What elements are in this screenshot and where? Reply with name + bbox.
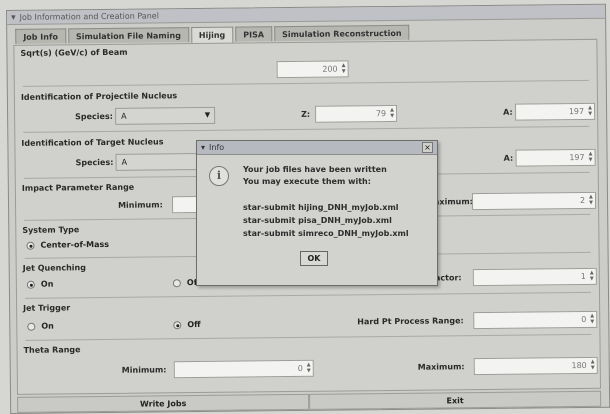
- dialog-message-line: You may execute them with:: [243, 177, 371, 186]
- beam-energy-field[interactable]: 200 ▲ ▼: [276, 60, 349, 79]
- tab-simulation-reconstruction[interactable]: Simulation Reconstruction: [273, 24, 410, 42]
- projectile-z-label: Z:: [301, 109, 311, 119]
- radio-dot-icon: [27, 322, 36, 331]
- jet-quenching-on-radio[interactable]: On: [26, 280, 53, 289]
- button-bar: Write Jobs Exit: [17, 390, 602, 413]
- jet-trigger-section-label: Jet Trigger: [23, 303, 71, 313]
- jet-quenching-section-label: Jet Quenching: [22, 263, 86, 273]
- theta-max-label: Maximum:: [417, 362, 465, 372]
- theta-section-label: Theta Range: [23, 345, 81, 355]
- impact-section-label: Impact Parameter Range: [21, 182, 135, 193]
- divider: [25, 291, 591, 299]
- tab-pisa[interactable]: PISA: [235, 26, 273, 42]
- target-section-label: Identification of Target Nucleus: [21, 137, 164, 148]
- energy-loss-field[interactable]: 1 ▲ ▼: [472, 267, 597, 287]
- write-jobs-button[interactable]: Write Jobs: [17, 393, 310, 413]
- projectile-section-label: Identification of Projectile Nucleus: [20, 91, 178, 102]
- system-type-cm-radio[interactable]: Center-of-Mass: [26, 240, 109, 250]
- dialog-message-line: star-submit simreco_DNH_myJob.xml: [243, 229, 409, 238]
- tab-simulation-file-naming[interactable]: Simulation File Naming: [67, 27, 189, 44]
- projectile-z-field[interactable]: 79 ▲ ▼: [315, 104, 398, 123]
- chevron-down-icon[interactable]: ▼: [205, 111, 210, 119]
- divider: [22, 79, 589, 87]
- target-a-spinner[interactable]: ▲ ▼: [588, 151, 594, 164]
- exit-button[interactable]: Exit: [309, 390, 602, 410]
- window-title: Job Information and Creation Panel: [19, 11, 159, 22]
- hard-pt-field[interactable]: 0 ▲ ▼: [473, 310, 598, 330]
- theta-min-label: Minimum:: [121, 365, 167, 375]
- info-icon: i: [209, 166, 229, 186]
- dialog-message-line: Your job files have been written: [243, 165, 387, 174]
- projectile-a-field[interactable]: 197 ▲ ▼: [515, 102, 596, 121]
- radio-dot-icon: [26, 280, 35, 289]
- energy-loss-spinner[interactable]: ▲ ▼: [589, 270, 595, 283]
- projectile-z-spinner[interactable]: ▲ ▼: [389, 107, 395, 120]
- impact-max-spinner[interactable]: ▲ ▼: [588, 194, 594, 207]
- jet-trigger-on-radio[interactable]: On: [27, 322, 54, 331]
- close-icon[interactable]: ×: [422, 142, 433, 153]
- projectile-species-select[interactable]: A ▼: [115, 106, 216, 125]
- target-a-field[interactable]: 197 ▲ ▼: [515, 148, 596, 167]
- target-species-label: Species:: [75, 157, 114, 168]
- beam-energy-label: Sqrt(s) (GeV/c) of Beam: [20, 47, 128, 58]
- radio-dot-icon: [173, 320, 182, 329]
- dialog-menu-icon[interactable]: ▾: [201, 143, 205, 152]
- impact-max-field[interactable]: 2 ▲ ▼: [471, 191, 597, 211]
- window-titlebar[interactable]: ▾ Job Information and Creation Panel: [7, 4, 606, 25]
- dialog-message-line: star-submit hijing_DNH_myJob.xml: [243, 203, 399, 212]
- ok-button[interactable]: OK: [300, 251, 328, 266]
- info-dialog: ▾ Info × i Your job files have been writ…: [196, 140, 438, 286]
- dialog-titlebar[interactable]: ▾ Info: [197, 141, 437, 155]
- tab-job-info[interactable]: Job Info: [15, 28, 66, 44]
- window-menu-icon[interactable]: ▾: [11, 12, 16, 22]
- projectile-a-spinner[interactable]: ▲ ▼: [587, 105, 593, 118]
- dialog-message-line: star-submit pisa_DNH_myJob.xml: [243, 216, 392, 225]
- beam-energy-spinner[interactable]: ▲ ▼: [341, 62, 347, 75]
- tab-hijing[interactable]: Hijing: [190, 26, 234, 44]
- theta-max-spinner[interactable]: ▲ ▼: [590, 359, 596, 372]
- radio-dot-icon: [172, 278, 181, 287]
- theta-min-spinner[interactable]: ▲ ▼: [306, 362, 312, 375]
- projectile-species-label: Species:: [75, 111, 113, 122]
- theta-min-field[interactable]: 0 ▲ ▼: [173, 359, 314, 379]
- system-type-section-label: System Type: [22, 225, 80, 235]
- divider: [25, 333, 592, 341]
- impact-min-label: Minimum:: [118, 200, 163, 210]
- divider: [23, 125, 590, 133]
- target-a-label: A:: [503, 153, 514, 163]
- radio-dot-icon: [26, 241, 35, 250]
- hard-pt-spinner[interactable]: ▲ ▼: [589, 313, 595, 326]
- hard-pt-label: Hard Pt Process Range:: [357, 316, 464, 327]
- dialog-title: Info: [209, 143, 225, 152]
- theta-max-field[interactable]: 180 ▲ ▼: [473, 356, 598, 376]
- projectile-a-label: A:: [503, 107, 513, 117]
- jet-trigger-off-radio[interactable]: Off: [173, 320, 201, 329]
